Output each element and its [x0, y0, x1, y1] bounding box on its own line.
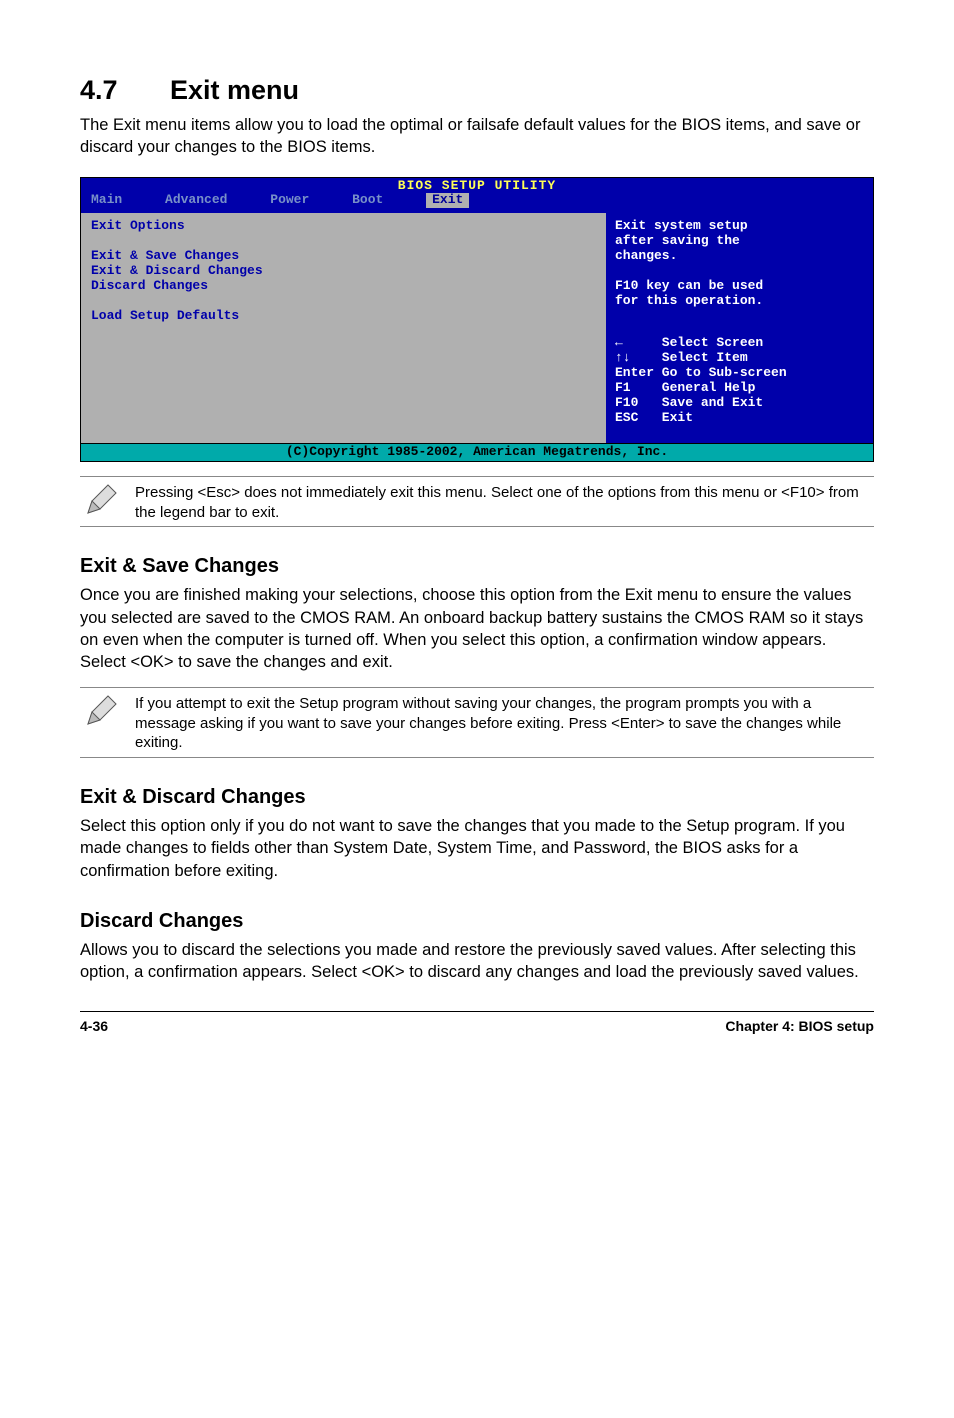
- bios-right-pane: Exit system setup after saving the chang…: [607, 213, 873, 443]
- note-esc-text: Pressing <Esc> does not immediately exit…: [135, 477, 874, 522]
- section-heading: 4.7Exit menu: [80, 75, 874, 106]
- bios-left-pane: Exit Options Exit & Save Changes Exit & …: [81, 213, 607, 443]
- bios-copyright: (C)Copyright 1985-2002, American Megatre…: [81, 443, 873, 461]
- note-esc: Pressing <Esc> does not immediately exit…: [80, 476, 874, 527]
- note-unsaved-text: If you attempt to exit the Setup program…: [135, 688, 874, 753]
- bios-tab-main[interactable]: Main: [91, 193, 122, 208]
- pencil-icon: [80, 477, 135, 521]
- note-unsaved: If you attempt to exit the Setup program…: [80, 687, 874, 758]
- heading-exit-save: Exit & Save Changes: [80, 555, 874, 578]
- section-number: 4.7: [80, 75, 170, 106]
- page-number: 4-36: [80, 1018, 108, 1034]
- body-discard: Allows you to discard the selections you…: [80, 939, 874, 984]
- bios-key-legend: ← Select Screen ↑↓ Select Item Enter Go …: [615, 336, 787, 426]
- bios-tab-exit[interactable]: Exit: [426, 193, 469, 208]
- heading-discard: Discard Changes: [80, 910, 874, 933]
- pencil-icon: [80, 688, 135, 732]
- section-title-text: Exit menu: [170, 75, 299, 105]
- bios-title: BIOS SETUP UTILITY: [81, 178, 873, 194]
- chapter-label: Chapter 4: BIOS setup: [725, 1018, 874, 1034]
- bios-menu-items[interactable]: Exit & Save Changes Exit & Discard Chang…: [91, 248, 263, 323]
- bios-tab-advanced[interactable]: Advanced: [165, 193, 227, 208]
- bios-left-heading: Exit Options: [91, 218, 185, 233]
- body-exit-save: Once you are finished making your select…: [80, 584, 874, 673]
- bios-tab-power[interactable]: Power: [270, 193, 309, 208]
- intro-paragraph: The Exit menu items allow you to load th…: [80, 114, 874, 159]
- bios-help-text: Exit system setup after saving the chang…: [615, 219, 865, 309]
- heading-exit-discard: Exit & Discard Changes: [80, 786, 874, 809]
- bios-tab-bar: Main Advanced Power Boot Exit: [81, 193, 873, 213]
- bios-tab-boot[interactable]: Boot: [352, 193, 383, 208]
- page-footer: 4-36 Chapter 4: BIOS setup: [80, 1011, 874, 1034]
- bios-screenshot: BIOS SETUP UTILITY Main Advanced Power B…: [80, 177, 874, 463]
- body-exit-discard: Select this option only if you do not wa…: [80, 815, 874, 882]
